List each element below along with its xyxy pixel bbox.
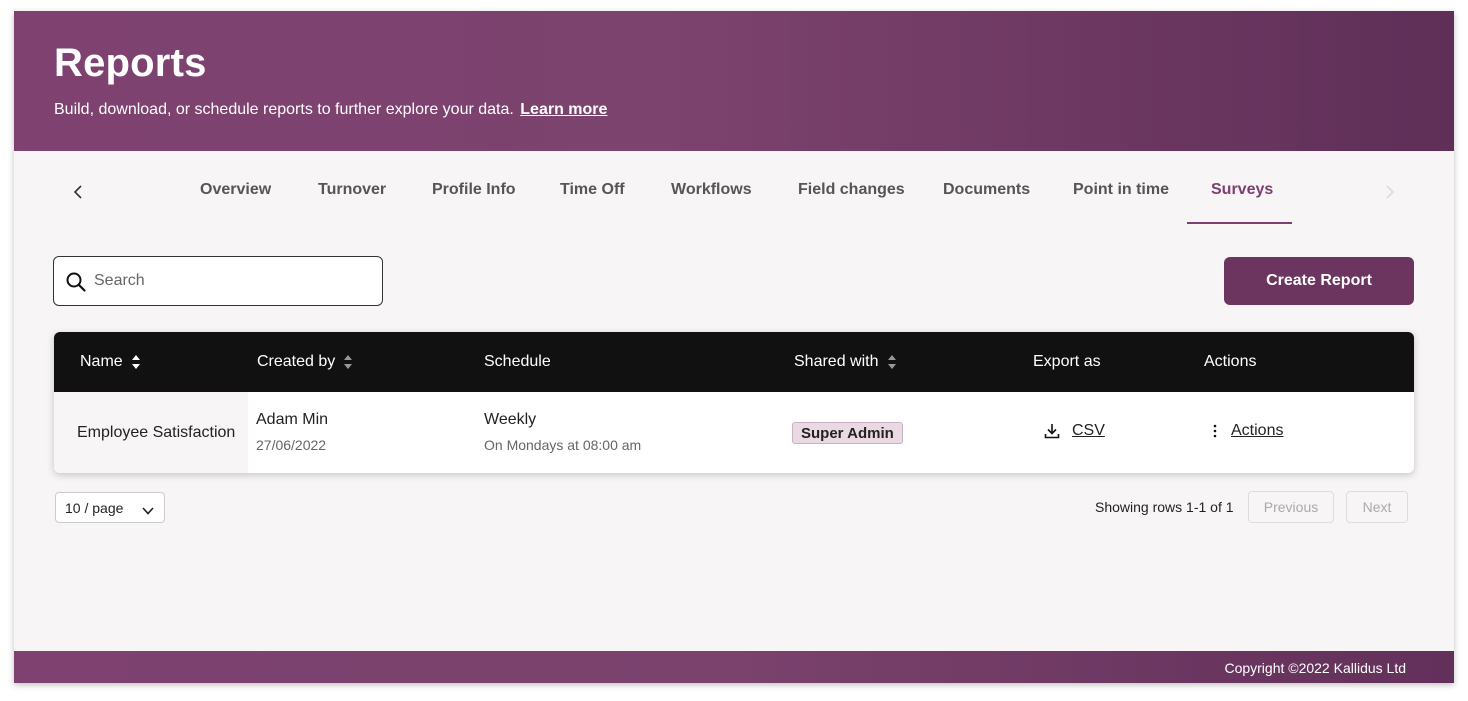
report-name[interactable]: Employee Satisfaction <box>54 392 248 473</box>
next-page-button[interactable]: Next <box>1346 491 1408 523</box>
page-header: Reports Build, download, or schedule rep… <box>14 11 1454 151</box>
column-shared-with[interactable]: Shared with <box>794 353 897 371</box>
report-tabs: Overview Turnover Profile Info Time Off … <box>14 151 1454 226</box>
column-export-as: Export as <box>1033 353 1101 371</box>
column-export-as-label: Export as <box>1033 353 1101 370</box>
column-created-by[interactable]: Created by <box>257 353 353 371</box>
learn-more-link[interactable]: Learn more <box>520 101 607 118</box>
copyright-text: Copyright ©2022 Kallidus Ltd <box>1224 660 1406 676</box>
shared-with-badge: Super Admin <box>792 422 903 444</box>
column-created-by-label: Created by <box>257 353 336 370</box>
export-csv-link[interactable]: CSV <box>1044 422 1105 440</box>
row-actions-menu[interactable]: Actions <box>1209 422 1283 440</box>
column-name[interactable]: Name <box>80 353 141 371</box>
column-actions: Actions <box>1204 353 1256 371</box>
page-subtitle: Build, download, or schedule reports to … <box>54 101 607 119</box>
chevron-left-icon[interactable] <box>72 185 86 199</box>
tab-profile-info[interactable]: Profile Info <box>432 181 516 199</box>
sort-icon[interactable] <box>887 354 897 370</box>
subtitle-text: Build, download, or schedule reports to … <box>54 101 514 118</box>
download-icon <box>1044 423 1060 439</box>
table-header: Name Created by Schedule Shared with Exp… <box>54 332 1414 392</box>
reports-table: Name Created by Schedule Shared with Exp… <box>54 332 1414 473</box>
tab-field-changes[interactable]: Field changes <box>798 181 905 199</box>
column-name-label: Name <box>80 353 123 370</box>
table-row[interactable]: Employee Satisfaction Adam Min 27/06/202… <box>54 392 1414 473</box>
tab-workflows[interactable]: Workflows <box>671 181 752 199</box>
schedule-frequency: Weekly <box>484 411 537 428</box>
tab-point-in-time[interactable]: Point in time <box>1073 181 1169 199</box>
column-schedule: Schedule <box>484 353 551 371</box>
search-icon <box>66 272 86 292</box>
rows-info: Showing rows 1-1 of 1 <box>1095 499 1234 515</box>
app-window: Reports Build, download, or schedule rep… <box>14 11 1454 683</box>
page-title: Reports <box>54 41 207 85</box>
schedule-detail: On Mondays at 08:00 am <box>484 437 642 453</box>
search-input[interactable] <box>94 267 374 295</box>
chevron-right-icon <box>1382 185 1396 199</box>
active-tab-indicator <box>1187 222 1292 224</box>
chevron-down-icon <box>142 503 154 515</box>
created-by-name: Adam Min <box>256 411 329 428</box>
create-report-button[interactable]: Create Report <box>1224 257 1414 305</box>
more-vertical-icon <box>1209 423 1221 439</box>
tab-overview[interactable]: Overview <box>200 181 271 199</box>
created-date: 27/06/2022 <box>256 437 327 453</box>
tab-documents[interactable]: Documents <box>943 181 1030 199</box>
actions-label[interactable]: Actions <box>1231 422 1283 440</box>
previous-page-button[interactable]: Previous <box>1248 491 1334 523</box>
tab-surveys[interactable]: Surveys <box>1211 181 1273 199</box>
column-shared-with-label: Shared with <box>794 353 879 370</box>
sort-icon[interactable] <box>131 354 141 370</box>
sort-icon[interactable] <box>343 354 353 370</box>
column-actions-label: Actions <box>1204 353 1257 370</box>
page-size-value: 10 / page <box>65 499 124 516</box>
search-box <box>53 256 383 306</box>
tab-time-off[interactable]: Time Off <box>560 181 625 199</box>
page-footer: Copyright ©2022 Kallidus Ltd <box>14 651 1454 683</box>
column-schedule-label: Schedule <box>484 353 551 370</box>
export-csv-label[interactable]: CSV <box>1072 422 1105 440</box>
page-size-select[interactable]: 10 / page <box>55 492 165 523</box>
tab-turnover[interactable]: Turnover <box>318 181 386 199</box>
